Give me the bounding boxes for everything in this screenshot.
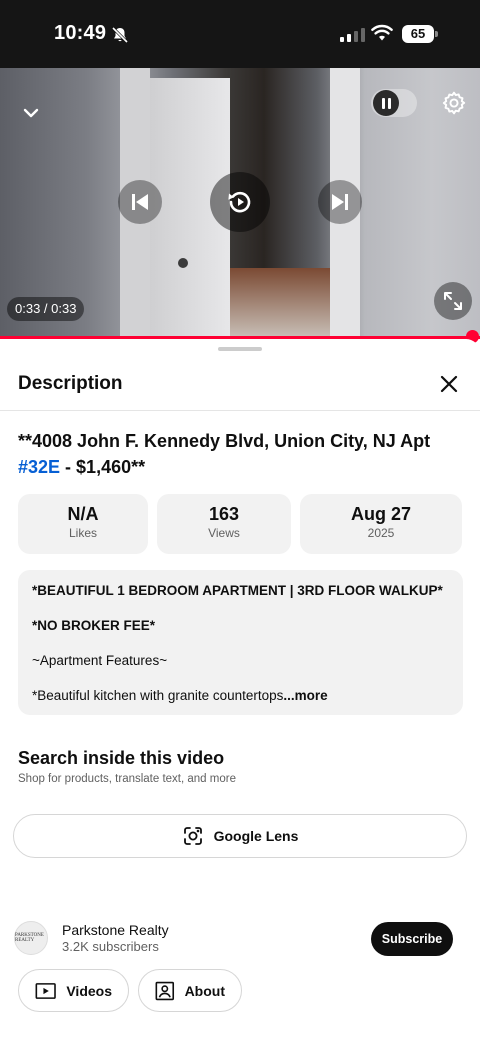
- chevron-down-icon: [23, 108, 39, 118]
- replay-icon: [228, 191, 251, 213]
- description-line: ~Apartment Features~: [32, 653, 168, 668]
- channel-row: PARKSTONE REALTY Parkstone Realty 3.2K s…: [14, 919, 466, 959]
- minimize-button[interactable]: [14, 96, 48, 130]
- video-title-text: **4008 John F. Kennedy Blvd, Union City,…: [18, 431, 431, 451]
- hashtag-link[interactable]: #32E: [18, 457, 60, 477]
- bell-off-icon: [111, 26, 129, 44]
- search-section-title: Search inside this video: [18, 748, 225, 768]
- videos-button[interactable]: Videos: [18, 969, 129, 1012]
- description-line: *Beautiful kitchen with granite countert…: [32, 687, 328, 704]
- description-line: *NO BROKER FEE*: [32, 618, 156, 633]
- video-title-text: - $1,460**: [60, 457, 146, 477]
- next-button[interactable]: [318, 180, 362, 224]
- about-label: About: [184, 982, 225, 999]
- views-value: 163: [208, 504, 240, 524]
- channel-avatar[interactable]: PARKSTONE REALTY: [14, 921, 48, 955]
- likes-label: Likes: [68, 526, 97, 540]
- description-line: *BEAUTIFUL 1 BEDROOM APARTMENT | 3RD FLO…: [32, 583, 443, 598]
- time-display: 0:33 / 0:33: [7, 297, 85, 321]
- status-time: 10:49: [54, 22, 107, 44]
- about-button[interactable]: About: [138, 969, 242, 1012]
- video-frame-scene: [178, 258, 188, 268]
- lens-label: Google Lens: [213, 828, 299, 844]
- channel-name[interactable]: Parkstone Realty: [62, 922, 169, 938]
- person-icon: [155, 981, 175, 1000]
- settings-button[interactable]: [438, 87, 470, 119]
- replay-button[interactable]: [210, 172, 270, 232]
- video-title: **4008 John F. Kennedy Blvd, Union City,…: [18, 428, 458, 480]
- channel-links: Videos About: [18, 969, 242, 1012]
- skip-next-icon: [332, 194, 348, 210]
- battery-tip: [435, 31, 438, 37]
- more-link[interactable]: ...more: [283, 688, 327, 703]
- lens-icon: [183, 827, 202, 845]
- autoplay-toggle[interactable]: [371, 89, 417, 117]
- subscribe-button[interactable]: Subscribe: [371, 922, 453, 956]
- battery-indicator: 65: [402, 25, 434, 43]
- fullscreen-icon: [444, 292, 462, 310]
- video-icon: [35, 982, 56, 999]
- description-body[interactable]: *BEAUTIFUL 1 BEDROOM APARTMENT | 3RD FLO…: [18, 570, 463, 715]
- previous-button[interactable]: [118, 180, 162, 224]
- description-line-text: *Beautiful kitchen with granite countert…: [32, 688, 284, 703]
- wifi-icon: [371, 24, 393, 41]
- date-stat: Aug 27 2025: [300, 494, 462, 554]
- videos-label: Videos: [66, 982, 112, 999]
- fullscreen-button[interactable]: [434, 282, 472, 320]
- gear-icon: [442, 91, 466, 115]
- year-label: 2025: [367, 526, 395, 540]
- divider: [0, 410, 480, 411]
- drag-handle[interactable]: [218, 347, 262, 351]
- views-label: Views: [208, 526, 240, 540]
- views-stat: 163 Views: [157, 494, 291, 554]
- cellular-signal-icon: [340, 27, 365, 42]
- search-section-subtitle: Shop for products, translate text, and m…: [18, 773, 236, 785]
- close-icon: [440, 375, 458, 393]
- skip-previous-icon: [132, 194, 148, 210]
- description-sheet: Description **4008 John F. Kennedy Blvd,…: [0, 339, 480, 1043]
- subscriber-count: 3.2K subscribers: [62, 939, 159, 954]
- video-player[interactable]: 0:33 / 0:33: [0, 68, 480, 338]
- stats-row: N/A Likes 163 Views Aug 27 2025: [18, 494, 462, 554]
- google-lens-button[interactable]: Google Lens: [13, 814, 467, 858]
- pause-icon: [373, 90, 399, 116]
- close-button[interactable]: [434, 369, 464, 399]
- date-value: Aug 27: [350, 504, 411, 524]
- likes-value: N/A: [67, 504, 99, 524]
- status-bar: 10:49 65: [0, 0, 480, 68]
- sheet-title: Description: [18, 373, 123, 394]
- likes-stat: N/A Likes: [18, 494, 148, 554]
